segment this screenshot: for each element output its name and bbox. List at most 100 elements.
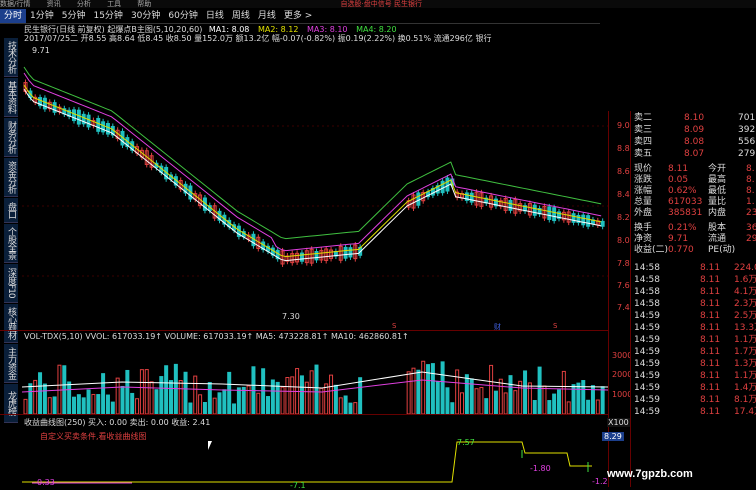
sidebar-item-main-fund[interactable]: 主力资金 <box>4 344 18 383</box>
trade-time: 14:59 <box>634 347 660 357</box>
volume-bar <box>338 397 343 414</box>
volume-bar <box>212 397 217 414</box>
stat-row: 涨幅 0.62% 最低 8. <box>634 186 756 197</box>
trade-time: 14:58 <box>634 287 660 297</box>
tab-1min[interactable]: 1分钟 <box>26 9 58 23</box>
sidebar-item-f10[interactable]: 深度F10 <box>4 264 18 303</box>
tab-more[interactable]: 更多 > <box>280 9 316 23</box>
volume-bar <box>343 395 348 414</box>
sidebar-item-tech[interactable]: 技术分析 <box>4 38 18 77</box>
volume-bar <box>222 389 227 414</box>
volume-bar <box>353 402 358 414</box>
sidebar-item-book[interactable]: 盘口 <box>4 198 18 223</box>
sidebar-item-theme[interactable]: 核心题材 <box>4 304 18 343</box>
volume-bar <box>164 365 169 414</box>
volume-bar <box>149 381 154 414</box>
trade-price: 8.11 <box>700 347 721 357</box>
sidebar-item-finance[interactable]: 财务分析 <box>4 118 18 157</box>
ask-row[interactable]: 卖二 8.10 701 <box>634 113 756 124</box>
menu-item[interactable]: 工具 <box>107 0 121 8</box>
stat-row: 收益(二) 0.770 PE(动) <box>634 245 756 256</box>
trade-volume: 224.0万 <box>734 263 756 273</box>
trade-price: 8.11 <box>700 263 721 273</box>
trade-volume: 1.3万 <box>734 359 756 369</box>
volume-unit: X100 <box>607 418 630 427</box>
volume-bar <box>67 381 72 414</box>
tab-30min[interactable]: 30分钟 <box>127 9 164 23</box>
volume-bar <box>561 370 566 414</box>
ask-row[interactable]: 卖五 8.07 279 <box>634 149 756 160</box>
menu-item[interactable]: 数据/行情 <box>0 0 30 8</box>
tab-daily[interactable]: 日线 <box>202 9 228 23</box>
indicator-chart[interactable] <box>22 428 608 487</box>
trade-time: 14:58 <box>634 275 660 285</box>
pane-divider <box>0 414 608 415</box>
volume-bar <box>217 392 222 414</box>
stat-value: 0.62% <box>668 186 697 196</box>
volume-bar <box>115 377 120 414</box>
sidebar-item-profile[interactable]: 基本资料 <box>4 78 18 117</box>
volume-bar <box>333 384 338 414</box>
stat-value: 8. <box>746 186 755 196</box>
volume-bar <box>523 370 528 414</box>
sidebar-item-fund[interactable]: 资金分析 <box>4 158 18 197</box>
menu-item[interactable]: 资讯 <box>47 0 61 8</box>
tab-intraday[interactable]: 分时 <box>0 9 27 23</box>
event-mark[interactable]: S <box>392 322 396 330</box>
volume-bar <box>38 372 43 414</box>
bar-info: 2017/07/25二 开8.55 高8.64 低8.45 收8.50 量152… <box>24 34 492 43</box>
tab-monthly[interactable]: 月线 <box>254 9 280 23</box>
volume-chart[interactable] <box>22 342 608 414</box>
volume-bar <box>198 394 203 414</box>
trade-price: 8.11 <box>700 311 721 321</box>
volume-bar <box>416 369 421 414</box>
stat-label: 涨幅 <box>634 186 653 196</box>
volume-bar <box>566 401 571 414</box>
stat-row: 净资 9.71 流通 29 <box>634 234 756 245</box>
indicator-label: 7.57 <box>457 438 475 447</box>
ask-row[interactable]: 卖三 8.09 392 <box>634 125 756 136</box>
tab-5min[interactable]: 5分钟 <box>58 9 90 23</box>
kline-chart[interactable] <box>22 44 608 346</box>
tab-60min[interactable]: 60分钟 <box>164 9 201 23</box>
volume-bar <box>236 387 241 414</box>
indicator-label: -7.1 <box>290 481 306 490</box>
volume-bar <box>358 377 363 414</box>
tab-weekly[interactable]: 周线 <box>228 9 254 23</box>
volume-bar <box>435 381 440 414</box>
stat-row: 现价 8.11 今开 8. <box>634 164 756 175</box>
volume-bar <box>96 394 101 414</box>
volume-bar <box>445 387 450 414</box>
ask-row[interactable]: 卖四 8.08 556 <box>634 137 756 148</box>
menu-item[interactable]: 帮助 <box>137 0 151 8</box>
stat-value: 8. <box>746 164 755 174</box>
axis-divider <box>608 111 609 487</box>
volume-bar <box>493 390 498 414</box>
trade-row: 14:58 8.11 1.6万 <box>634 275 756 286</box>
volume-bar <box>464 374 469 414</box>
stat-value: 8.11 <box>668 164 689 174</box>
volume-bar <box>28 383 33 414</box>
volume-bar <box>275 381 280 414</box>
sidebar-item-panorama[interactable]: 个股全景 <box>4 224 18 263</box>
volume-bar <box>421 360 426 414</box>
volume-header: VOL-TDX(5,10) VVOL: 617033.19↑ VOLUME: 6… <box>24 332 409 341</box>
trade-row: 14:59 8.11 8.1万 <box>634 395 756 406</box>
trade-volume: 8.1万 <box>734 395 756 405</box>
stat-value: 0.05 <box>668 175 689 185</box>
ask-label: 卖二 <box>634 113 653 123</box>
volume-bar <box>460 392 464 414</box>
sidebar-item-dragon[interactable]: 龙虎榜 <box>4 384 18 423</box>
stat-value: 385831 <box>668 208 703 218</box>
volume-bar <box>120 385 125 414</box>
volume-bar <box>513 390 518 414</box>
menu-item[interactable]: 分析 <box>77 0 91 8</box>
alert-text[interactable]: 自选股·盘中信号 民生银行 <box>341 0 422 8</box>
volume-bar <box>290 376 295 414</box>
tab-15min[interactable]: 15分钟 <box>89 9 126 23</box>
volume-bar <box>232 403 237 414</box>
volume-bar <box>450 402 455 414</box>
event-mark[interactable]: S <box>553 322 557 330</box>
volume-bar <box>169 380 173 414</box>
volume-bar <box>309 370 314 414</box>
